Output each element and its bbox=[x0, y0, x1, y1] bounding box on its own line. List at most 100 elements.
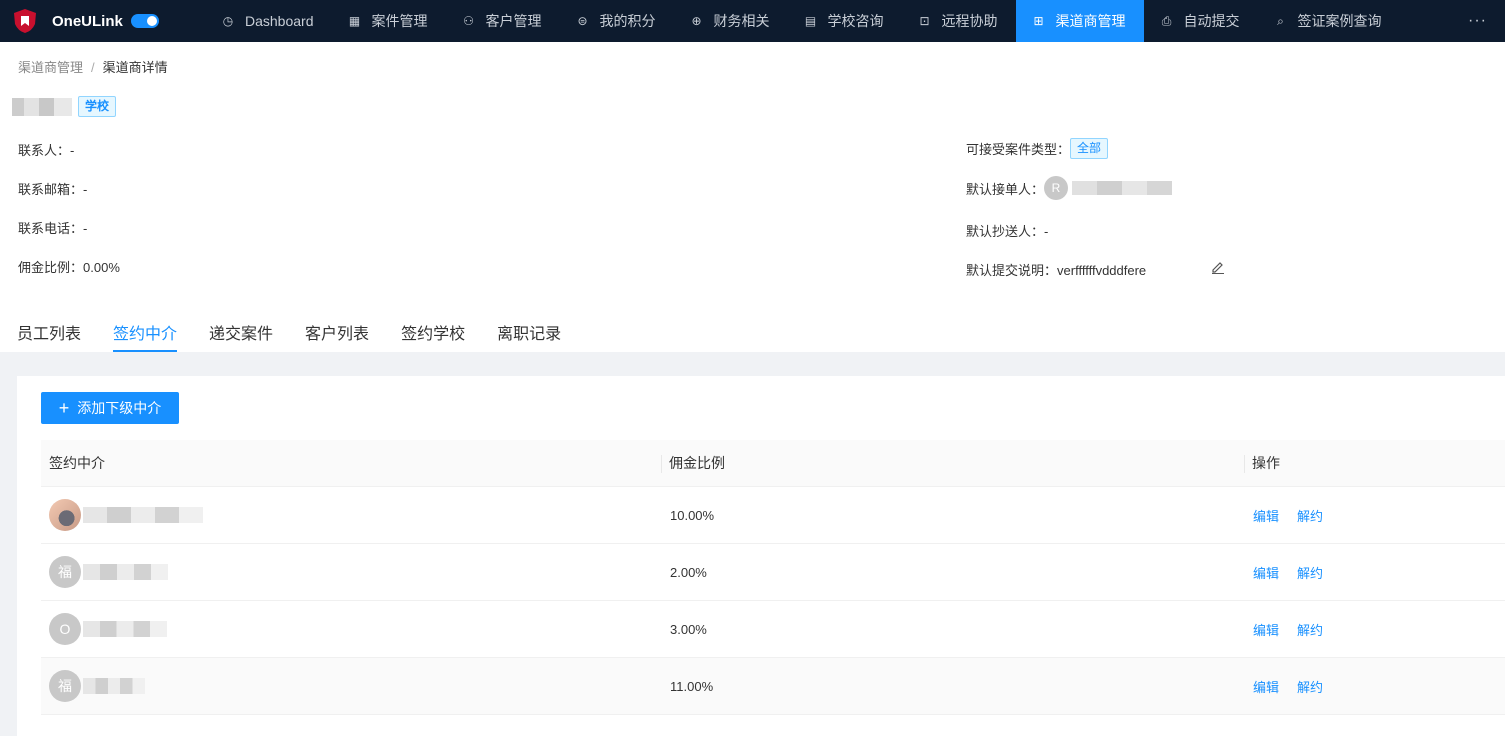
edit-link[interactable]: 编辑 bbox=[1253, 563, 1279, 582]
actions-cell: 编辑 解约 bbox=[1244, 506, 1505, 525]
header-actions: 操作 bbox=[1244, 453, 1505, 473]
nav-item-9[interactable]: ⌕ 签证案例查询 bbox=[1258, 0, 1400, 42]
phone-value: - bbox=[83, 221, 88, 236]
agents-card: + 添加下级中介 签约中介 佣金比例 操作 10.00% 编辑 解约福 2.00% 编辑… bbox=[17, 376, 1505, 736]
terminate-link[interactable]: 解约 bbox=[1297, 506, 1323, 525]
top-navbar: OneULink ◷ Dashboard ▦ 案件管理 ⚇ 客户管理 ⊜ 我的积分 ⊕ 财务相关 ▤… bbox=[0, 0, 1505, 42]
theme-toggle[interactable] bbox=[130, 14, 159, 28]
rate-cell: 2.00% bbox=[670, 564, 707, 580]
agent-cell: 福 bbox=[41, 556, 661, 588]
agent-name-redacted bbox=[83, 564, 168, 580]
nav-item-2[interactable]: ⚇ 客户管理 bbox=[446, 0, 560, 42]
default-note-info: 默认提交说明：verffffffvdddfere bbox=[966, 260, 1146, 279]
add-sub-agent-label: 添加下级中介 bbox=[77, 400, 162, 416]
nav-item-3[interactable]: ⊜ 我的积分 bbox=[560, 0, 674, 42]
actions-cell: 编辑 解约 bbox=[1244, 563, 1505, 582]
gauge-icon: ◷ bbox=[222, 14, 234, 28]
breadcrumb-parent[interactable]: 渠道商管理 bbox=[18, 60, 83, 75]
search-icon: ⌕ bbox=[1277, 13, 1284, 28]
tab-2[interactable]: 递交案件 bbox=[209, 320, 273, 352]
breadcrumb-current: 渠道商详情 bbox=[102, 60, 168, 75]
contact-value: - bbox=[70, 143, 75, 158]
nav-item-label: 学校咨询 bbox=[827, 13, 884, 29]
nav-item-8[interactable]: ⎙ 自动提交 bbox=[1144, 0, 1258, 42]
email-label: 联系邮箱： bbox=[18, 182, 84, 197]
default-receiver-label: 默认接单人： bbox=[966, 181, 1045, 197]
coin-icon: ⊜ bbox=[577, 14, 588, 28]
receiver-name-redacted bbox=[1072, 181, 1173, 195]
avatar: 福 bbox=[49, 670, 81, 702]
actions-cell: 编辑 解约 bbox=[1244, 677, 1505, 696]
more-menu-icon[interactable]: ··· bbox=[1468, 12, 1505, 30]
nav-item-5[interactable]: ▤ 学校咨询 bbox=[788, 0, 902, 42]
avatar bbox=[49, 499, 81, 531]
tab-3[interactable]: 客户列表 bbox=[305, 320, 369, 352]
detail-tabs: 员工列表 签约中介 递交案件 客户列表 签约学校 离职记录 bbox=[17, 320, 593, 352]
terminate-link[interactable]: 解约 bbox=[1297, 620, 1323, 639]
nav-item-label: Dashboard bbox=[245, 13, 314, 29]
rate-cell: 3.00% bbox=[670, 621, 707, 637]
actions-cell: 编辑 解约 bbox=[1244, 620, 1505, 639]
edit-link[interactable]: 编辑 bbox=[1253, 506, 1279, 525]
header-agent[interactable]: 签约中介 bbox=[41, 453, 661, 473]
hierarchy-icon: ⊞ bbox=[1033, 14, 1044, 28]
agent-name-redacted bbox=[83, 507, 203, 523]
nav-item-6[interactable]: ⊡ 远程协助 bbox=[902, 0, 1016, 42]
brand[interactable]: OneULink bbox=[0, 0, 205, 42]
commission-info: 佣金比例：0.00% bbox=[18, 257, 120, 276]
default-note-label: 默认提交说明： bbox=[966, 263, 1058, 278]
table-row: 福 11.00% 编辑 解约 bbox=[41, 658, 1505, 715]
nav-item-label: 自动提交 bbox=[1183, 13, 1240, 29]
shield-logo-icon bbox=[14, 9, 36, 33]
nav-item-1[interactable]: ▦ 案件管理 bbox=[332, 0, 446, 42]
table-body: 10.00% 编辑 解约福 2.00% 编辑 解约 O 3.00% 编辑 解约福 11.00% 编辑解… bbox=[41, 487, 1505, 715]
nav-item-4[interactable]: ⊕ 财务相关 bbox=[674, 0, 788, 42]
commission-label: 佣金比例： bbox=[18, 260, 84, 275]
email-value: - bbox=[83, 182, 88, 197]
screen-icon: ⊡ bbox=[919, 14, 930, 28]
currency-icon: ⊕ bbox=[691, 14, 702, 28]
users-icon: ⚇ bbox=[463, 14, 474, 28]
table-header: 签约中介 佣金比例 操作 bbox=[41, 440, 1505, 487]
nav-item-label: 财务相关 bbox=[713, 13, 770, 29]
breadcrumb: 渠道商管理 / 渠道商详情 bbox=[18, 57, 168, 76]
plus-icon: + bbox=[58, 398, 70, 418]
phone-label: 联系电话： bbox=[18, 221, 84, 236]
nav-item-0[interactable]: ◷ Dashboard bbox=[205, 0, 332, 42]
edit-icon[interactable] bbox=[1211, 260, 1225, 274]
default-cc-value: - bbox=[1044, 224, 1049, 239]
nav-item-7[interactable]: ⊞ 渠道商管理 bbox=[1015, 0, 1144, 42]
case-types-tag: 全部 bbox=[1070, 138, 1109, 159]
nav-item-label: 客户管理 bbox=[485, 13, 542, 29]
printer-icon: ⎙ bbox=[1161, 13, 1172, 28]
tab-5[interactable]: 离职记录 bbox=[497, 320, 561, 352]
tab-4[interactable]: 签约学校 bbox=[401, 320, 465, 352]
default-note-value: verffffffvdddfere bbox=[1057, 263, 1147, 278]
receiver-avatar: R bbox=[1044, 176, 1069, 200]
table-row: O 3.00% 编辑 解约 bbox=[41, 601, 1505, 658]
terminate-link[interactable]: 解约 bbox=[1297, 563, 1323, 582]
edit-link[interactable]: 编辑 bbox=[1253, 677, 1279, 696]
avatar: 福 bbox=[49, 556, 81, 588]
default-cc-info: 默认抄送人：- bbox=[966, 221, 1048, 240]
tab-0[interactable]: 员工列表 bbox=[17, 320, 81, 352]
header-rate[interactable]: 佣金比例 bbox=[661, 453, 1244, 473]
page-title: 学校 bbox=[12, 96, 117, 117]
terminate-link[interactable]: 解约 bbox=[1297, 677, 1323, 696]
table-row: 10.00% 编辑 解约 bbox=[41, 487, 1505, 544]
commission-value: 0.00% bbox=[83, 260, 120, 275]
grid-icon: ▦ bbox=[348, 14, 361, 28]
case-types-info: 可接受案件类型： 全部 bbox=[966, 138, 1109, 159]
default-receiver-info: 默认接单人： R bbox=[966, 176, 1173, 200]
nav-item-label: 渠道商管理 bbox=[1055, 13, 1126, 29]
add-sub-agent-button[interactable]: + 添加下级中介 bbox=[41, 392, 179, 424]
agent-name-redacted bbox=[83, 621, 167, 637]
edit-link[interactable]: 编辑 bbox=[1253, 620, 1279, 639]
default-cc-label: 默认抄送人： bbox=[966, 224, 1045, 239]
contact-label: 联系人： bbox=[18, 143, 71, 158]
contact-info: 联系人：- bbox=[18, 140, 74, 159]
email-info: 联系邮箱：- bbox=[18, 179, 87, 198]
nav-item-label: 签证案例查询 bbox=[1297, 13, 1382, 29]
agent-cell: O bbox=[41, 613, 661, 645]
tab-1[interactable]: 签约中介 bbox=[113, 320, 178, 352]
